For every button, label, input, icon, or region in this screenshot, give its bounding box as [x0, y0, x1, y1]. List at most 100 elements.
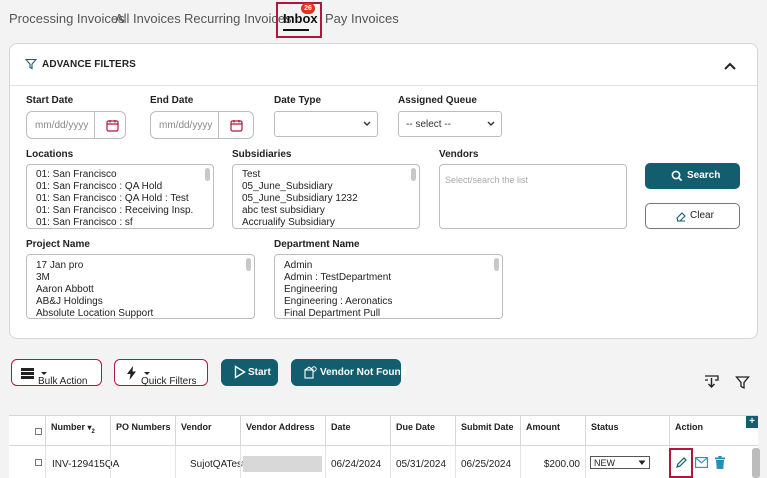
list-item[interactable]: 01: San Francisco : sf [27, 217, 213, 228]
vendor-not-found-button[interactable]: Vendor Not Found [291, 359, 407, 386]
assigned-queue-select[interactable]: -- select -- [398, 111, 502, 137]
list-item[interactable]: Engineering : Aeronatics [275, 296, 502, 308]
end-date-label: End Date [150, 95, 194, 106]
column-number[interactable]: Number ▾2 [45, 416, 110, 446]
list-item[interactable]: 01: San Francisco : Receiving Insp. [27, 205, 213, 217]
list-item[interactable]: Admin : TestDepartment [275, 272, 502, 284]
department-name-listbox[interactable]: Admin Admin : TestDepartment Engineering… [274, 254, 503, 319]
project-name-listbox[interactable]: 17 Jan pro 3M Aaron Abbott AB&J Holdings… [26, 254, 255, 319]
column-status[interactable]: Status [585, 416, 669, 446]
table-scrollbar[interactable] [752, 448, 760, 478]
column-due-date[interactable]: Due Date [390, 416, 455, 446]
list-item[interactable]: Absolute Location Support [27, 308, 254, 318]
end-date-input[interactable]: mm/dd/yyyy [150, 111, 254, 139]
end-date-placeholder: mm/dd/yyyy [159, 120, 213, 131]
list-item[interactable]: Aaron Abbott [27, 284, 254, 296]
tab-bar: Processing Invoices All Invoices Recurri… [0, 0, 767, 40]
row-select-cell [9, 446, 45, 478]
start-button[interactable]: Start [221, 359, 278, 386]
clear-button[interactable]: Clear [645, 203, 740, 229]
date-type-select[interactable] [274, 111, 378, 137]
chevron-down-icon [363, 121, 371, 126]
date-type-label: Date Type [274, 95, 322, 106]
cell-date: 06/24/2024 [325, 446, 390, 478]
assigned-queue-label: Assigned Queue [398, 95, 477, 106]
table-header: Number ▾2 PO Numbers Vendor Vendor Addre… [9, 416, 758, 446]
list-item[interactable]: Final Department Pull [275, 308, 502, 318]
trash-icon[interactable] [714, 456, 726, 469]
locations-listbox[interactable]: 01: San Francisco 01: San Francisco : QA… [26, 164, 214, 229]
tab-processing-invoices[interactable]: Processing Invoices [9, 11, 125, 26]
column-submit-date[interactable]: Submit Date [455, 416, 520, 446]
pencil-icon[interactable] [676, 456, 687, 468]
cell-due-date: 05/31/2024 [390, 446, 455, 478]
scrollbar[interactable] [246, 258, 251, 271]
select-all-checkbox[interactable] [35, 428, 42, 435]
quick-filters-button[interactable]: Quick Filters [114, 359, 208, 387]
list-item[interactable]: 17 Jan pro [27, 260, 254, 272]
list-item[interactable]: Engineering [275, 284, 502, 296]
email-icon[interactable] [695, 457, 708, 468]
download-icon[interactable] [704, 374, 719, 389]
filters-title: ADVANCE FILTERS [42, 59, 136, 70]
search-button[interactable]: Search [645, 163, 740, 189]
tab-inbox[interactable]: Inbox [283, 11, 318, 26]
list-item[interactable]: 05_June_Subsidiary [233, 181, 419, 193]
calendar-icon[interactable] [106, 119, 119, 132]
column-date[interactable]: Date [325, 416, 390, 446]
column-po-numbers[interactable]: PO Numbers [110, 416, 175, 446]
list-item[interactable]: 01: San Francisco : QA Hold : Test [27, 193, 213, 205]
search-icon [671, 170, 683, 182]
row-checkbox[interactable] [35, 459, 42, 466]
tab-pay-invoices[interactable]: Pay Invoices [325, 11, 399, 26]
column-amount[interactable]: Amount [520, 416, 585, 446]
cell-number[interactable]: INV-129415QA [45, 446, 119, 478]
vendors-listbox[interactable]: Select/search the list [439, 164, 627, 229]
inbox-count-badge: 26 [301, 3, 315, 14]
list-item[interactable]: 01: San Francisco [27, 169, 213, 181]
list-item[interactable]: Test [233, 169, 419, 181]
quick-filters-label: Quick Filters [141, 368, 197, 387]
start-date-placeholder: mm/dd/yyyy [35, 120, 89, 131]
filter-icon[interactable] [735, 375, 750, 390]
project-name-label: Project Name [26, 239, 90, 250]
locations-label: Locations [26, 149, 74, 160]
select-all-column [9, 416, 45, 446]
vendor-not-found-label: Vendor Not Found [320, 367, 407, 378]
list-item[interactable]: AB&J Holdings [27, 296, 254, 308]
add-column-button[interactable]: + [746, 416, 758, 428]
list-icon [21, 368, 34, 379]
chevron-down-icon [487, 121, 495, 126]
assigned-queue-value: -- select -- [406, 119, 451, 130]
start-button-label: Start [248, 367, 271, 378]
redacted-address [243, 456, 322, 472]
start-date-input[interactable]: mm/dd/yyyy [26, 111, 126, 139]
active-tab-underline [283, 29, 309, 31]
list-item[interactable]: 3M [27, 272, 254, 284]
list-item[interactable]: Admin [275, 260, 502, 272]
list-item[interactable]: abc test subsidiary [233, 205, 419, 217]
filters-header[interactable]: ADVANCE FILTERS [10, 44, 757, 86]
column-vendor[interactable]: Vendor [175, 416, 240, 446]
start-date-label: Start Date [26, 95, 74, 106]
subsidiaries-label: Subsidiaries [232, 149, 292, 160]
status-select[interactable]: NEW [590, 456, 650, 469]
scrollbar[interactable] [205, 168, 210, 181]
list-item[interactable]: 01: San Francisco : QA Hold [27, 181, 213, 193]
bulk-action-button[interactable]: Bulk Action [11, 359, 102, 387]
tab-all-invoices[interactable]: All Invoices [115, 11, 181, 26]
scrollbar[interactable] [411, 168, 416, 181]
subsidiaries-listbox[interactable]: Test 05_June_Subsidiary 05_June_Subsidia… [232, 164, 420, 229]
department-name-label: Department Name [274, 239, 360, 250]
list-item[interactable]: 05_June_Subsidiary 1232 [233, 193, 419, 205]
list-item[interactable]: Accrualify Subsidiary [233, 217, 419, 228]
vendors-placeholder: Select/search the list [445, 175, 529, 185]
calendar-icon[interactable] [230, 119, 243, 132]
chevron-down-icon [638, 460, 646, 465]
scrollbar[interactable] [494, 258, 499, 271]
cell-submit-date: 06/25/2024 [455, 446, 520, 478]
column-action: Action [669, 416, 758, 446]
chevron-up-icon[interactable] [722, 60, 738, 72]
bulk-action-label: Bulk Action [38, 368, 87, 387]
column-vendor-address[interactable]: Vendor Address [240, 416, 325, 446]
